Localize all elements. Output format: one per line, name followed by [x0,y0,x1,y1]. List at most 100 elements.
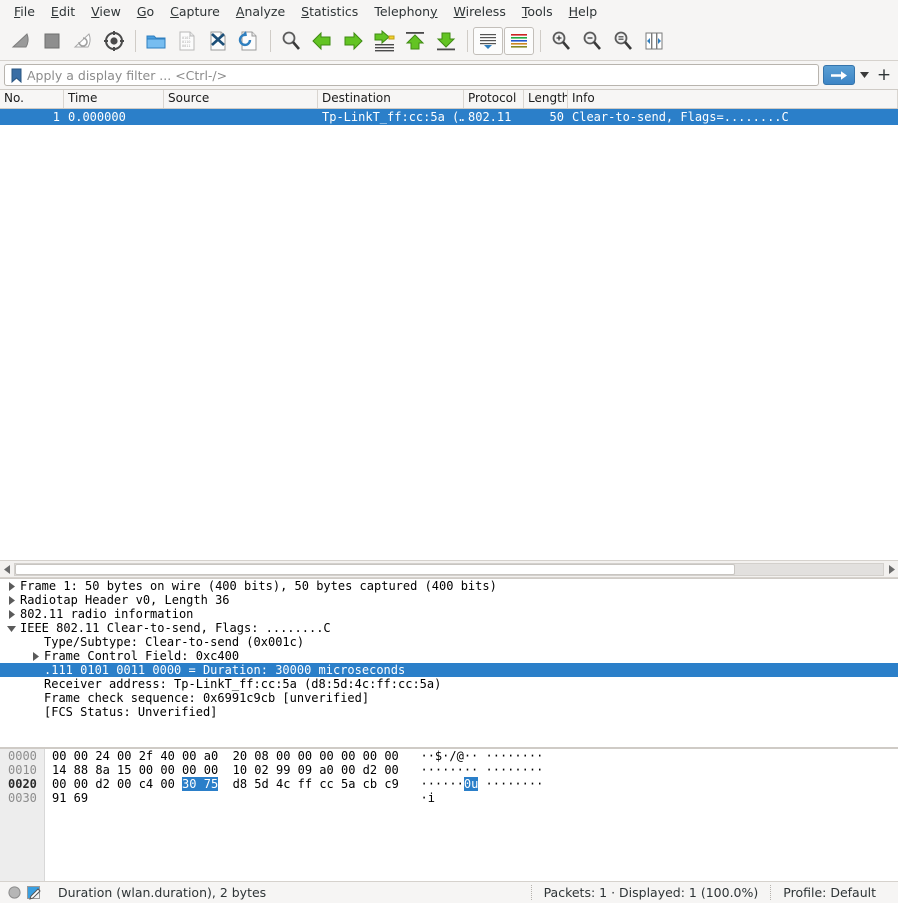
go-back-icon[interactable] [307,26,337,56]
column-header-time[interactable]: Time [64,90,164,108]
column-header-info[interactable]: Info [568,90,898,108]
save-file-icon[interactable]: 0101 0110 0011 [172,26,202,56]
menu-item-wireless[interactable]: Wireless [446,2,514,21]
toolbar-separator [467,30,468,52]
filter-dropdown-icon[interactable] [857,66,872,84]
hex-dump-row[interactable]: 0020 00 00 d2 00 c4 00 30 75 d8 5d 4c ff … [0,777,898,791]
go-to-first-icon[interactable] [400,26,430,56]
column-header-destination[interactable]: Destination [318,90,464,108]
status-packet-counts: Packets: 1 · Displayed: 1 (100.0%) [530,885,771,900]
detail-tree-row[interactable]: Radiotap Header v0, Length 36 [0,593,898,607]
menu-item-go[interactable]: Go [129,2,162,21]
apply-filter-button[interactable] [823,65,855,85]
hscroll-thumb[interactable] [15,563,736,575]
detail-tree-row[interactable]: .111 0101 0011 0000 = Duration: 30000 mi… [0,663,898,677]
display-filter-input[interactable]: Apply a display filter ... <Ctrl-/> [4,64,819,86]
detail-tree-row[interactable]: 802.11 radio information [0,607,898,621]
hex-plain: 00 00 d2 00 c4 00 [52,777,183,791]
hex-bytes: 91 69 [44,791,88,805]
menu-item-statistics[interactable]: Statistics [293,2,366,21]
restart-capture-icon[interactable] [68,26,98,56]
hex-plain: 91 69 [52,791,89,805]
scroll-right-icon[interactable] [884,562,898,576]
bookmark-icon[interactable] [8,67,24,83]
detail-tree-label: Radiotap Header v0, Length 36 [20,593,230,607]
column-header-source[interactable]: Source [164,90,318,108]
stop-capture-icon[interactable] [37,26,67,56]
hex-ascii-gap [399,777,421,791]
menu-item-telephony[interactable]: Telephony [366,2,445,21]
chevron-right-icon[interactable] [4,607,18,621]
table-row[interactable]: 1 0.000000 Tp-LinkT_ff:cc:5a (… 802.11 5… [0,109,898,125]
cell-info: Clear-to-send, Flags=........C [572,110,789,124]
go-to-packet-icon[interactable] [369,26,399,56]
display-filter-bar: Apply a display filter ... <Ctrl-/> + [0,61,898,89]
ascii-plain: ········ ········ [420,763,544,777]
add-filter-button[interactable]: + [874,65,894,85]
ascii-plain: ··$·/@·· ········ [420,749,544,763]
hex-ascii-gap [88,791,420,805]
chevron-right-icon[interactable] [4,579,18,593]
hex-dump-row[interactable]: 0000 00 00 24 00 2f 40 00 a0 20 08 00 00 … [0,749,898,763]
menu-item-file[interactable]: File [6,2,43,21]
menu-item-capture[interactable]: Capture [162,2,228,21]
scroll-left-icon[interactable] [0,562,14,576]
hex-dump-row[interactable]: 0010 14 88 8a 15 00 00 00 00 10 02 99 09 … [0,763,898,777]
hex-offset: 0000 [8,749,37,763]
hex-dump-row[interactable]: 0030 91 69 ·i [0,791,898,805]
colorize-icon[interactable] [504,27,534,55]
detail-tree-row[interactable]: Frame check sequence: 0x6991c9cb [unveri… [0,691,898,705]
ascii-bytes: ········ ········ [420,763,543,777]
menu-item-edit[interactable]: Edit [43,2,83,21]
detail-tree-row[interactable]: Frame Control Field: 0xc400 [0,649,898,663]
chevron-right-icon[interactable] [4,593,18,607]
menu-item-view[interactable]: View [83,2,129,21]
menu-item-help[interactable]: Help [561,2,606,21]
column-header-length[interactable]: Length [524,90,568,108]
zoom-in-icon[interactable] [546,26,576,56]
detail-tree-label: Frame Control Field: 0xc400 [44,649,240,663]
hex-bytes: 14 88 8a 15 00 00 00 00 10 02 99 09 a0 0… [44,763,399,777]
go-to-last-icon[interactable] [431,26,461,56]
toolbar-separator [135,30,136,52]
detail-tree-row[interactable]: Frame 1: 50 bytes on wire (400 bits), 50… [0,579,898,593]
start-capture-icon[interactable] [6,26,36,56]
svg-text:0011: 0011 [182,44,190,48]
reload-file-icon[interactable] [234,26,264,56]
detail-tree-row[interactable]: Receiver address: Tp-LinkT_ff:cc:5a (d8:… [0,677,898,691]
detail-tree-row[interactable]: IEEE 802.11 Clear-to-send, Flags: ......… [0,621,898,635]
menu-item-analyze[interactable]: Analyze [228,2,293,21]
status-field-info: Duration (wlan.duration), 2 bytes [58,885,267,900]
go-forward-icon[interactable] [338,26,368,56]
packet-details-pane: Frame 1: 50 bytes on wire (400 bits), 50… [0,578,898,748]
column-header-protocol[interactable]: Protocol [464,90,524,108]
capture-comment-icon[interactable] [27,885,42,900]
hex-offset: 0030 [8,791,37,805]
open-file-icon[interactable] [141,26,171,56]
ascii-bytes: ··$·/@·· ········ [420,749,543,763]
packet-list-hscrollbar[interactable] [0,560,898,578]
cell-source [164,109,318,125]
capture-options-icon[interactable] [99,26,129,56]
close-file-icon[interactable] [203,26,233,56]
hex-plain: 00 00 24 00 2f 40 00 a0 20 08 00 00 00 0… [52,749,399,763]
detail-tree-label: Frame check sequence: 0x6991c9cb [unveri… [44,691,370,705]
toolbar-separator [270,30,271,52]
detail-tree-row[interactable]: [FCS Status: Unverified] [0,705,898,719]
hscroll-track[interactable] [14,562,884,576]
hex-bytes: 00 00 d2 00 c4 00 30 75 d8 5d 4c ff cc 5… [44,777,399,791]
chevron-right-icon[interactable] [28,649,42,663]
column-header-no[interactable]: No. [0,90,64,108]
detail-tree-label: Receiver address: Tp-LinkT_ff:cc:5a (d8:… [44,677,442,691]
auto-scroll-icon[interactable] [473,27,503,55]
resize-columns-icon[interactable] [639,26,669,56]
find-packet-icon[interactable] [276,26,306,56]
cell-length: 50 [549,110,564,124]
zoom-out-icon[interactable] [577,26,607,56]
chevron-down-icon[interactable] [4,621,18,635]
detail-tree-row[interactable]: Type/Subtype: Clear-to-send (0x001c) [0,635,898,649]
menu-item-tools[interactable]: Tools [514,2,561,21]
capture-status-icon[interactable] [8,886,21,899]
zoom-reset-icon[interactable] [608,26,638,56]
toolbar-separator [540,30,541,52]
